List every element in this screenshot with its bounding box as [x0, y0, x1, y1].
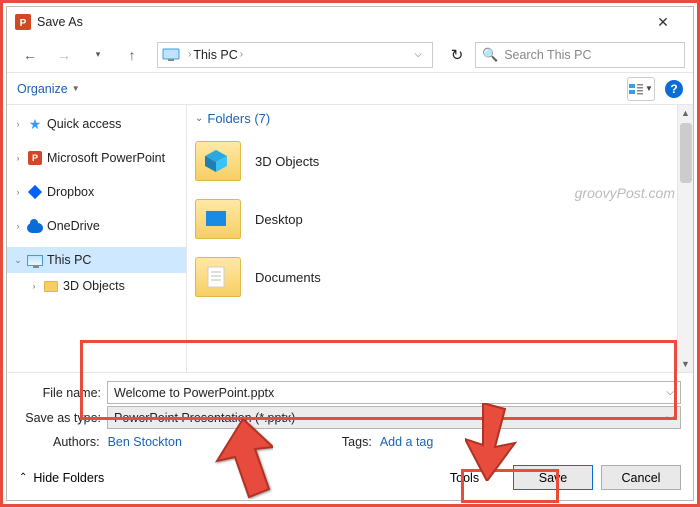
organize-menu[interactable]: Organize ▼: [17, 82, 80, 96]
tags-field[interactable]: Add a tag: [380, 435, 434, 449]
svg-text:P: P: [20, 18, 27, 29]
save-as-dialog: P Save As ✕ ← → ▾ ↑ › This PC › ⌵ ↻ 🔍 Se…: [6, 6, 694, 501]
up-button[interactable]: ↑: [117, 41, 147, 69]
forward-button[interactable]: →: [49, 41, 79, 69]
folder-item-3d-objects[interactable]: 3D Objects: [195, 132, 685, 190]
folder-item-desktop[interactable]: Desktop: [195, 190, 685, 248]
fields-area: File name: Welcome to PowerPoint.pptx ⌵ …: [7, 372, 693, 457]
recent-locations-dropdown[interactable]: ▾: [83, 41, 113, 69]
folders-group-header[interactable]: ⌄ Folders (7): [187, 105, 693, 132]
chevron-down-icon[interactable]: ⌵: [666, 387, 674, 398]
main-panel: ⌄ Folders (7) 3D Objects: [187, 105, 693, 372]
folder-icon: [195, 199, 241, 239]
folder-item-documents[interactable]: Documents: [195, 248, 685, 306]
dropbox-icon: [27, 184, 43, 200]
save-button[interactable]: Save: [513, 465, 593, 490]
authors-field[interactable]: Ben Stockton: [108, 435, 182, 449]
chevron-right-icon: ›: [186, 49, 193, 60]
annotation-border: P Save As ✕ ← → ▾ ↑ › This PC › ⌵ ↻ 🔍 Se…: [0, 0, 700, 507]
chevron-down-icon: ⌄: [195, 113, 203, 124]
tree-item-3d-objects[interactable]: › 3D Objects: [7, 273, 186, 299]
tree-item-powerpoint[interactable]: › P Microsoft PowerPoint: [7, 145, 186, 171]
address-bar[interactable]: › This PC › ⌵: [157, 42, 433, 68]
nav-row: ← → ▾ ↑ › This PC › ⌵ ↻ 🔍 Search This PC: [7, 37, 693, 73]
file-name-input[interactable]: Welcome to PowerPoint.pptx ⌵: [107, 381, 681, 404]
search-input[interactable]: 🔍 Search This PC: [475, 42, 685, 68]
window-title: Save As: [37, 15, 83, 29]
tree-item-onedrive[interactable]: › OneDrive: [7, 213, 186, 239]
app-icon: P: [15, 14, 31, 30]
chevron-up-icon: ⌃: [19, 472, 27, 483]
twisty-icon[interactable]: ›: [13, 221, 23, 231]
save-type-dropdown[interactable]: PowerPoint Presentation (*.pptx) ⌵: [107, 406, 681, 429]
toolbar: Organize ▼ ▼ ?: [7, 73, 693, 105]
nav-tree: › ★ Quick access › P Microsoft PowerPoin…: [7, 105, 187, 372]
hide-folders-button[interactable]: ⌃ Hide Folders: [19, 471, 104, 485]
refresh-button[interactable]: ↻: [443, 42, 471, 68]
footer: ⌃ Hide Folders Tools ▼ Save Cancel: [7, 457, 693, 500]
powerpoint-icon: P: [27, 150, 43, 166]
cancel-button[interactable]: Cancel: [601, 465, 681, 490]
tree-item-quick-access[interactable]: › ★ Quick access: [7, 111, 186, 137]
folder-list: 3D Objects Desktop D: [187, 132, 693, 306]
help-button[interactable]: ?: [665, 80, 683, 98]
pc-icon: [162, 48, 180, 62]
cloud-icon: [27, 218, 43, 234]
close-button[interactable]: ✕: [641, 7, 685, 37]
folder-icon: [43, 278, 59, 294]
twisty-icon[interactable]: ›: [13, 187, 23, 197]
file-name-label: File name:: [19, 386, 107, 400]
save-type-label: Save as type:: [19, 411, 107, 425]
pc-icon: [27, 252, 43, 268]
search-placeholder: Search This PC: [504, 48, 591, 62]
search-icon: 🔍: [482, 47, 498, 63]
chevron-down-icon: ▼: [72, 84, 80, 93]
titlebar: P Save As ✕: [7, 7, 693, 37]
address-dropdown[interactable]: ⌵: [408, 49, 428, 60]
folder-icon: [195, 141, 241, 181]
view-options-button[interactable]: ▼: [627, 77, 655, 101]
scroll-thumb[interactable]: [680, 123, 692, 183]
body-area: › ★ Quick access › P Microsoft PowerPoin…: [7, 105, 693, 372]
star-icon: ★: [27, 116, 43, 132]
tree-item-this-pc[interactable]: ⌄ This PC: [7, 247, 186, 273]
scrollbar[interactable]: ▲ ▼: [677, 105, 693, 372]
twisty-icon[interactable]: ›: [13, 153, 23, 163]
authors-label: Authors:: [53, 435, 100, 449]
path-segment[interactable]: This PC: [193, 48, 237, 62]
twisty-icon[interactable]: ⌄: [13, 255, 23, 266]
twisty-icon[interactable]: ›: [29, 281, 39, 291]
tree-item-dropbox[interactable]: › Dropbox: [7, 179, 186, 205]
back-button[interactable]: ←: [15, 41, 45, 69]
chevron-down-icon[interactable]: ⌵: [666, 412, 674, 423]
chevron-down-icon: ▼: [483, 473, 491, 482]
scroll-up-button[interactable]: ▲: [678, 105, 693, 121]
chevron-right-icon[interactable]: ›: [238, 49, 245, 60]
scroll-down-button[interactable]: ▼: [678, 356, 693, 372]
tags-label: Tags:: [342, 435, 372, 449]
tools-menu[interactable]: Tools ▼: [450, 471, 491, 485]
twisty-icon[interactable]: ›: [13, 119, 23, 129]
folder-icon: [195, 257, 241, 297]
